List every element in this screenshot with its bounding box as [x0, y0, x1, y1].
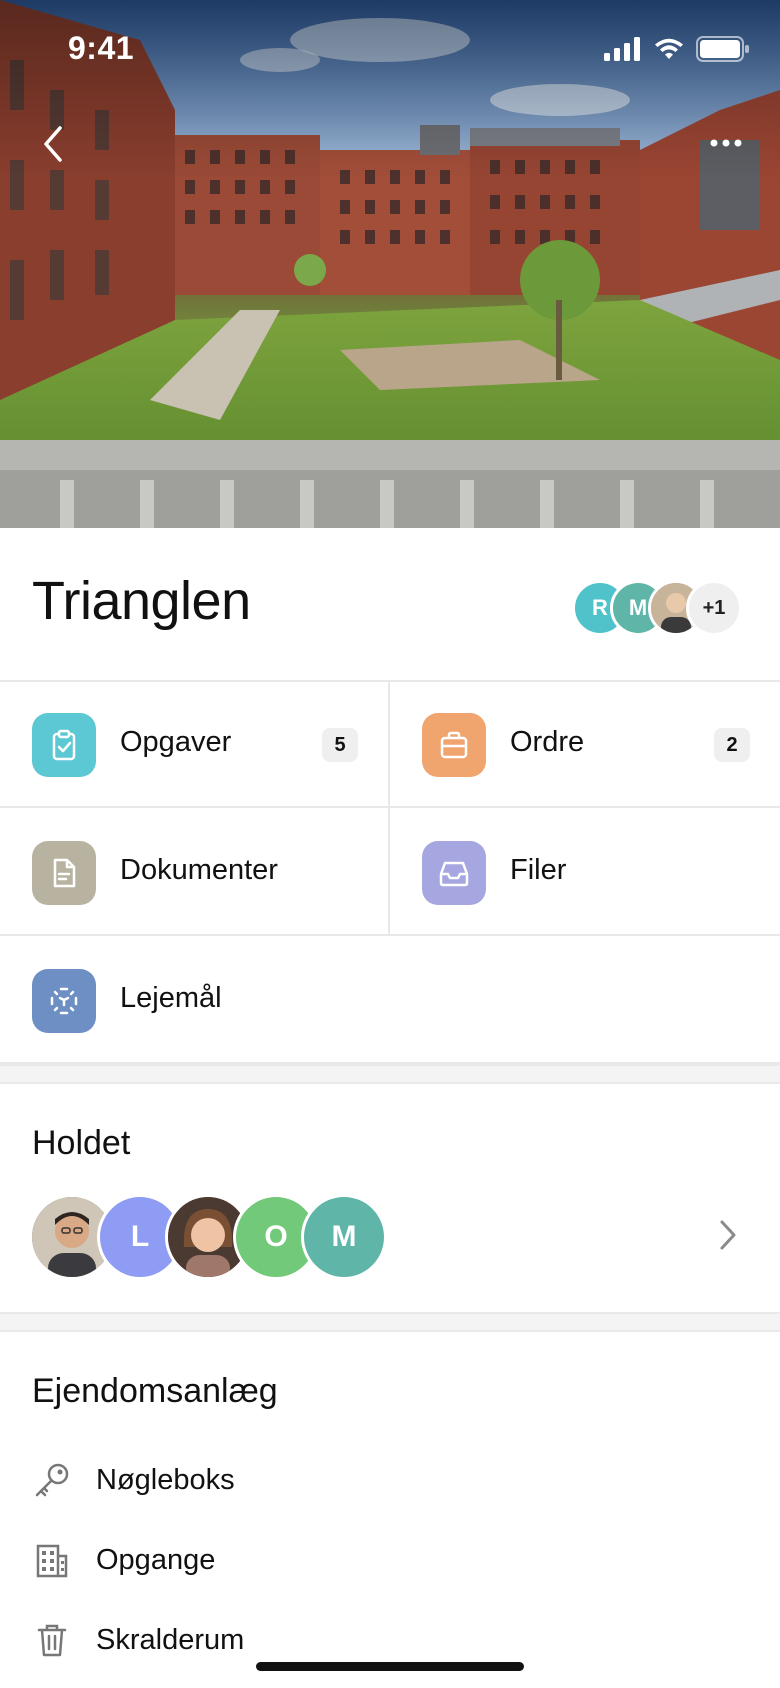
grid-item-label: Lejemål: [120, 982, 222, 1014]
status-time: 9:41: [68, 30, 135, 66]
clipboard-check-icon: [52, 729, 76, 761]
grid-item-label: Dokumenter: [120, 854, 278, 886]
grid-item-ordre[interactable]: Ordre 2: [390, 682, 780, 808]
extra-members-count: +1: [686, 580, 742, 636]
grid-item-dokumenter[interactable]: Dokumenter: [0, 810, 388, 936]
property-header: Trianglen R M +1: [0, 528, 780, 682]
facility-label: Skralderum: [96, 1623, 245, 1656]
facility-item-noegleboks[interactable]: Nøgleboks: [32, 1458, 235, 1502]
facility-label: Opgange: [96, 1543, 216, 1576]
chevron-right-icon[interactable]: [716, 1218, 740, 1252]
member-avatar-stack[interactable]: R M +1: [572, 580, 742, 636]
focus-scan-icon: [50, 987, 78, 1015]
section-divider: [0, 1064, 780, 1084]
hero-image: 9:41: [0, 0, 780, 528]
grid-item-label: Ordre: [510, 726, 585, 758]
document-icon: [53, 858, 76, 888]
section-divider: [0, 1312, 780, 1332]
grid-item-label: Opgaver: [120, 726, 232, 758]
avatar: M: [301, 1194, 387, 1280]
grid-item-lejemaal[interactable]: Lejemål: [0, 938, 780, 1064]
team-section-title: Holdet: [32, 1124, 131, 1162]
facilities-section-title: Ejendomsanlæg: [32, 1372, 278, 1410]
key-icon: [35, 1463, 69, 1497]
back-chevron-icon[interactable]: [38, 122, 78, 166]
trash-icon: [37, 1624, 67, 1657]
grid-item-opgaver[interactable]: Opgaver 5: [0, 682, 388, 808]
wifi-icon: [655, 38, 683, 59]
facility-item-opgange[interactable]: Opgange: [32, 1538, 215, 1582]
home-indicator[interactable]: [256, 1662, 524, 1671]
facility-item-skralderum[interactable]: Skralderum: [32, 1618, 244, 1662]
facility-label: Nøgleboks: [96, 1463, 235, 1496]
briefcase-icon: [440, 731, 468, 759]
page-title: Trianglen: [32, 571, 251, 631]
grid-item-filer[interactable]: Filer: [390, 810, 780, 936]
status-icons: [604, 36, 750, 62]
cellular-signal-icon: [604, 37, 640, 61]
count-badge: 2: [714, 728, 750, 762]
grid-item-label: Filer: [510, 854, 567, 886]
building-icon: [36, 1544, 68, 1578]
inbox-icon: [439, 861, 469, 887]
battery-icon: [696, 36, 749, 62]
team-avatars[interactable]: L O M: [29, 1194, 387, 1280]
count-badge: 5: [322, 728, 358, 762]
more-options-icon[interactable]: [706, 128, 746, 158]
